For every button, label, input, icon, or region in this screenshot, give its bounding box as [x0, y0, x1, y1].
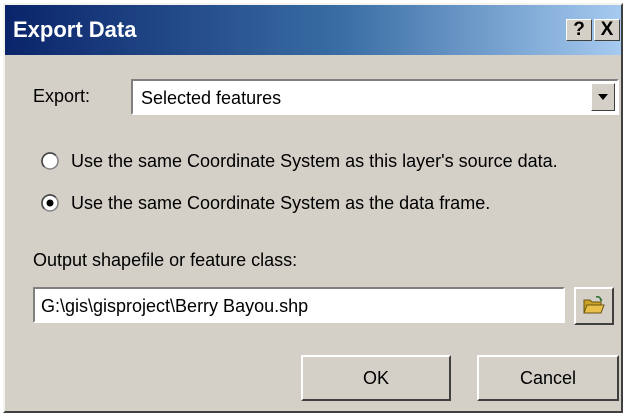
ok-button[interactable]: OK: [301, 355, 451, 401]
close-button[interactable]: X: [594, 19, 620, 41]
help-button[interactable]: ?: [566, 19, 592, 41]
open-folder-icon: [583, 296, 605, 314]
export-dropdown[interactable]: Selected features: [131, 79, 619, 115]
chevron-down-icon: [598, 94, 608, 100]
radio-source-coordinate-system[interactable]: Use the same Coordinate System as this l…: [41, 149, 621, 175]
radio-unchecked-icon[interactable]: [41, 152, 59, 170]
export-data-dialog: Export Data ? X Export: Selected feature…: [3, 3, 623, 413]
output-label: Output shapefile or feature class:: [33, 250, 298, 270]
browse-button[interactable]: [574, 287, 614, 325]
export-dropdown-value: Selected features: [141, 88, 282, 108]
output-path-input[interactable]: G:\gis\gisproject\Berry Bayou.shp: [33, 287, 565, 323]
radio-source-label: Use the same Coordinate System as this l…: [71, 151, 558, 171]
title-bar[interactable]: Export Data ? X: [5, 5, 621, 55]
radio-data-frame-coordinate-system[interactable]: Use the same Coordinate System as the da…: [41, 191, 541, 217]
export-label: Export:: [33, 86, 91, 106]
output-path-value: G:\gis\gisproject\Berry Bayou.shp: [41, 296, 309, 316]
dialog-title: Export Data: [13, 17, 137, 42]
radio-checked-icon[interactable]: [41, 194, 59, 212]
export-dropdown-button[interactable]: [591, 83, 615, 111]
cancel-button[interactable]: Cancel: [477, 355, 619, 401]
radio-data-frame-label: Use the same Coordinate System as the da…: [71, 193, 491, 213]
